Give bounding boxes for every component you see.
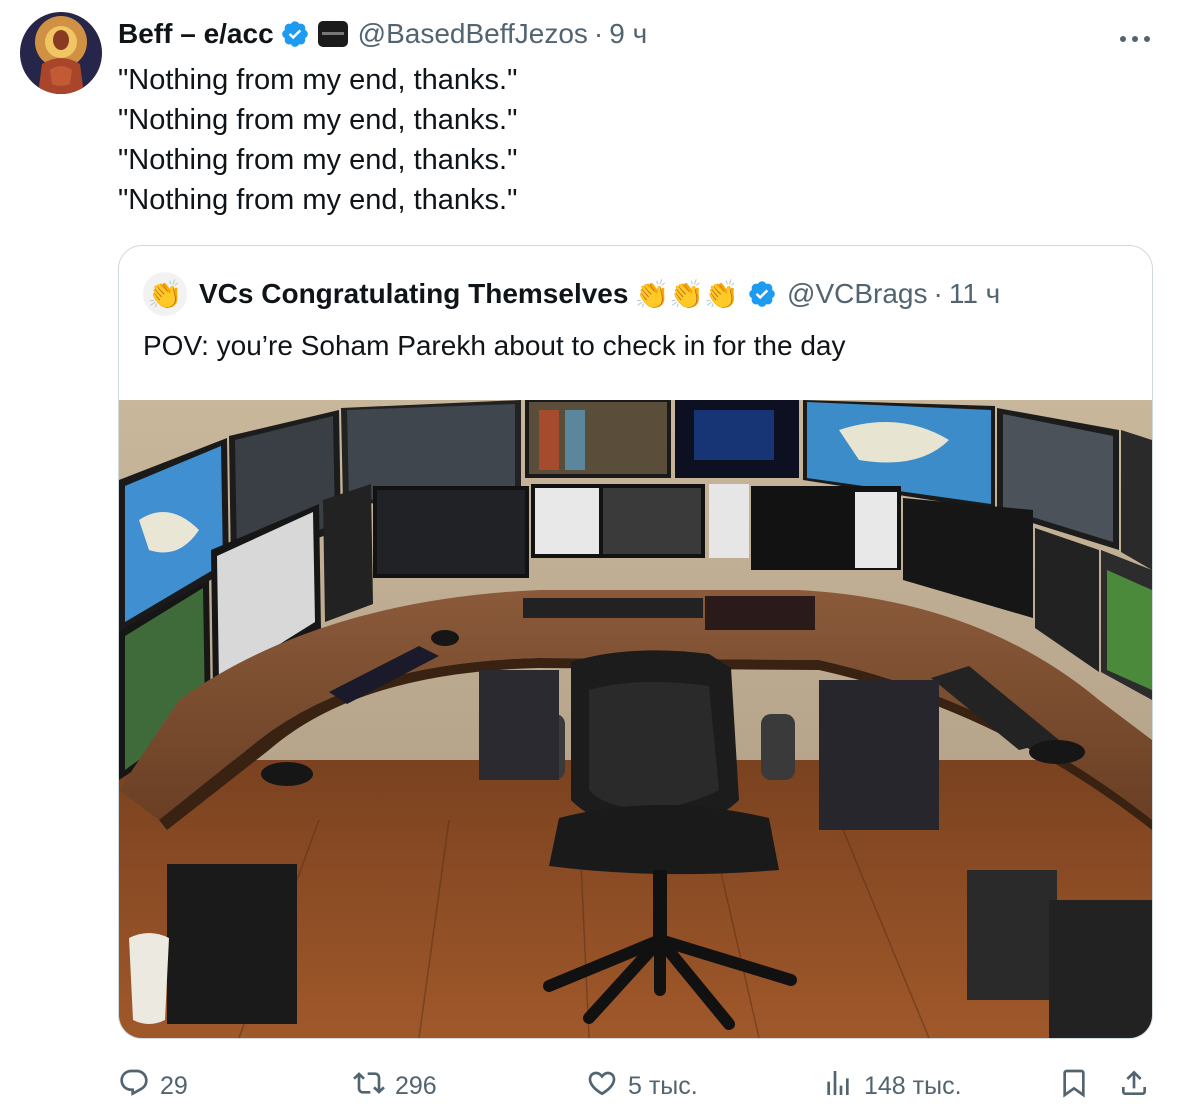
separator-dot: · bbox=[933, 278, 943, 309]
bookmark-icon bbox=[1058, 1067, 1090, 1106]
share-icon bbox=[1118, 1067, 1150, 1106]
quoted-author-avatar[interactable]: 👏 bbox=[143, 272, 187, 316]
tweet-header: Beff – e/acc @BasedBeffJezos · 9 ч bbox=[118, 14, 1140, 54]
share-button[interactable] bbox=[1118, 1064, 1150, 1108]
retweet-count: 296 bbox=[395, 1071, 437, 1100]
retweet-icon bbox=[353, 1067, 385, 1106]
avatar-image bbox=[20, 12, 102, 94]
quoted-tweet-text: POV: you’re Soham Parekh about to check … bbox=[143, 330, 846, 361]
multi-monitor-desk-photo bbox=[119, 400, 1152, 1038]
tweet-text-line: "Nothing from my end, thanks." bbox=[118, 184, 518, 216]
verified-badge-icon bbox=[747, 279, 777, 309]
clapping-hands-emoji: 👏👏👏 bbox=[634, 278, 740, 310]
like-button[interactable]: 5 тыс. bbox=[586, 1064, 698, 1108]
reply-count: 29 bbox=[160, 1071, 188, 1100]
retweet-button[interactable]: 296 bbox=[353, 1064, 437, 1108]
heart-icon bbox=[586, 1067, 618, 1106]
affiliation-badge-icon[interactable] bbox=[317, 21, 348, 47]
quoted-tweet-image[interactable] bbox=[119, 400, 1152, 1038]
bookmark-button[interactable] bbox=[1058, 1064, 1090, 1108]
views-button[interactable]: 148 тыс. bbox=[822, 1064, 962, 1108]
quoted-author-display-name[interactable]: VCs Congratulating Themselves bbox=[199, 278, 628, 310]
author-avatar[interactable] bbox=[20, 12, 102, 94]
separator-dot: · bbox=[593, 18, 604, 49]
tweet-timestamp[interactable]: 9 ч bbox=[609, 18, 647, 50]
views-chart-icon bbox=[822, 1067, 854, 1106]
tweet-text-line: "Nothing from my end, thanks." bbox=[118, 64, 518, 96]
quoted-tweet-header: 👏 VCs Congratulating Themselves 👏👏👏 @VCB… bbox=[143, 272, 1000, 316]
reply-button[interactable]: 29 bbox=[118, 1064, 188, 1108]
quoted-tweet-timestamp[interactable]: 11 ч bbox=[949, 278, 1000, 310]
like-count: 5 тыс. bbox=[628, 1071, 698, 1100]
reply-icon bbox=[118, 1067, 150, 1106]
quoted-author-handle[interactable]: @VCBrags bbox=[787, 278, 927, 310]
author-display-name[interactable]: Beff – e/acc bbox=[118, 18, 274, 50]
quoted-tweet[interactable]: 👏 VCs Congratulating Themselves 👏👏👏 @VCB… bbox=[118, 245, 1153, 1039]
tweet-text-line: "Nothing from my end, thanks." bbox=[118, 104, 518, 136]
tweet-text: "Nothing from my end, thanks." "Nothing … bbox=[118, 60, 517, 220]
tweet-actions-bar: 29 296 5 тыс. 148 тыс. bbox=[118, 1064, 1158, 1108]
views-count: 148 тыс. bbox=[864, 1071, 962, 1100]
author-handle[interactable]: @BasedBeffJezos bbox=[358, 18, 588, 50]
verified-badge-icon bbox=[280, 19, 310, 49]
more-horizontal-icon[interactable] bbox=[1118, 18, 1152, 52]
tweet-text-line: "Nothing from my end, thanks." bbox=[118, 144, 518, 176]
